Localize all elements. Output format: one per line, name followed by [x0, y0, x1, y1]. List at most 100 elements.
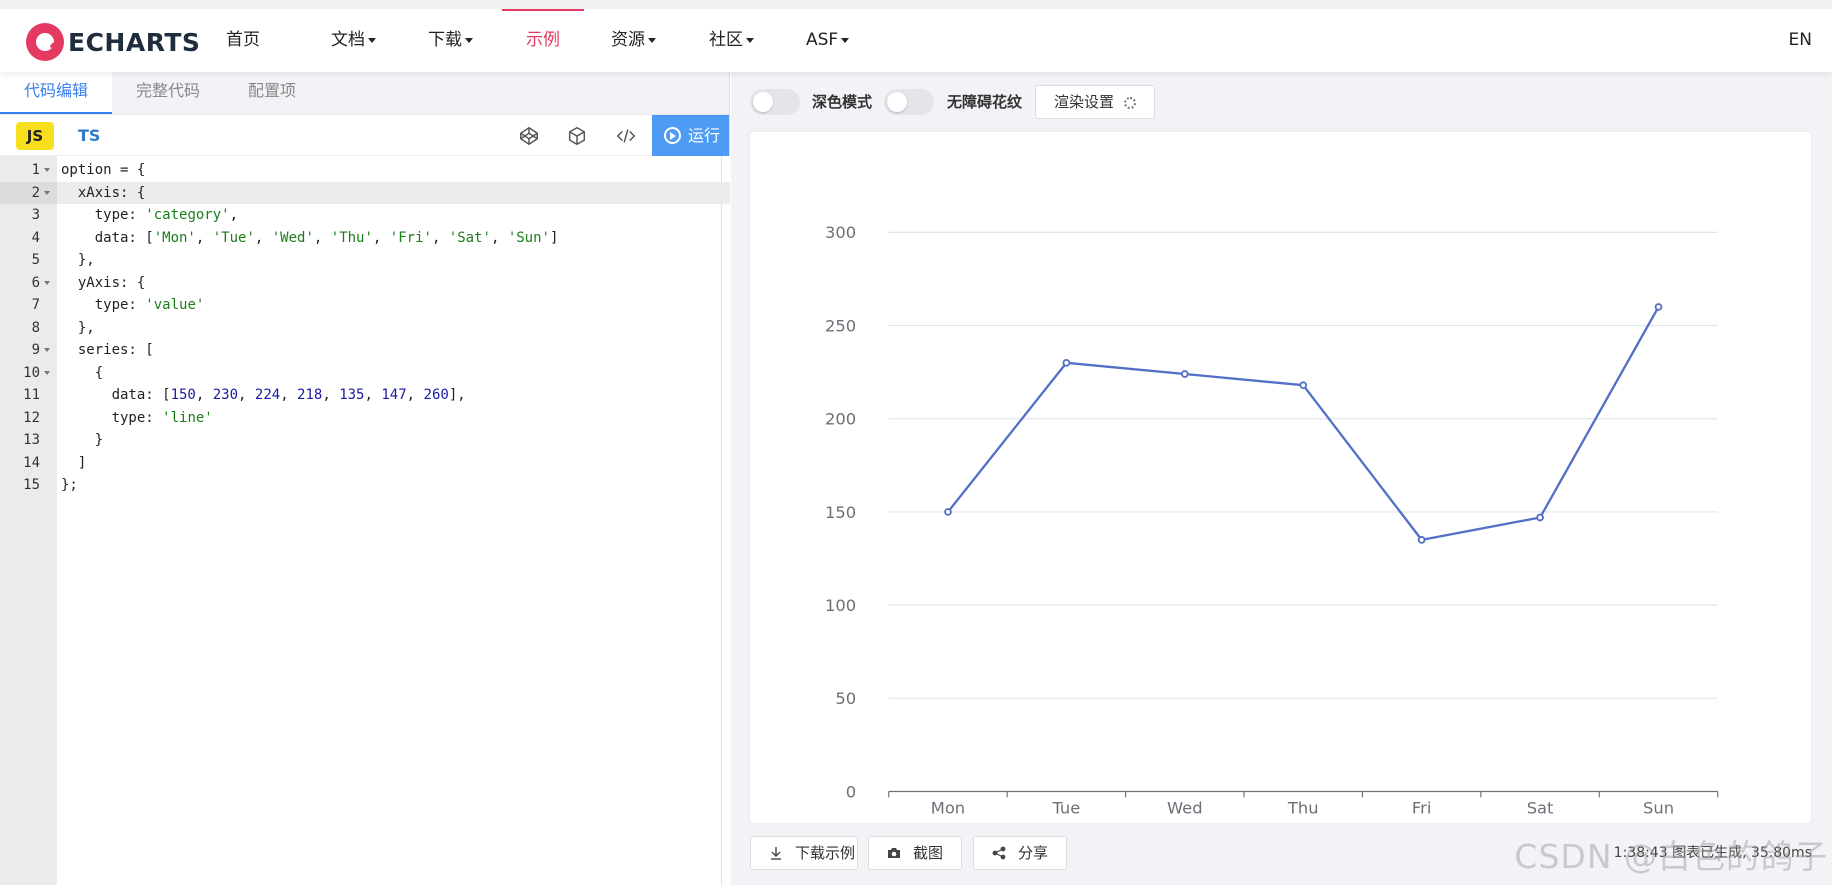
echarts-logo[interactable]: ECHARTS	[26, 21, 200, 63]
screenshot-button[interactable]: 截图	[868, 836, 962, 870]
dark-mode-toggle[interactable]	[750, 89, 800, 115]
code-line: 1 option = {	[0, 159, 730, 182]
caret-down-icon	[368, 37, 376, 43]
echarts-logo-icon	[26, 23, 64, 61]
code-line: 5 },	[0, 249, 730, 272]
code-line-text: option = {	[61, 162, 146, 178]
download-example-label: 下载示例	[795, 844, 856, 862]
ts-language-toggle[interactable]: TS	[78, 122, 100, 150]
line-number: 3	[31, 207, 40, 223]
editor-toolbar: JS TS 运行	[0, 115, 729, 156]
fold-arrow-icon[interactable]	[44, 370, 50, 375]
code-line: 9 series: [	[0, 339, 730, 362]
y-tick-label: 300	[825, 223, 856, 242]
x-tick-label: Mon	[931, 799, 965, 818]
nav-item-2[interactable]: 下载	[428, 9, 473, 72]
render-settings-label: 渲染设置	[1054, 93, 1115, 111]
fold-arrow-icon[interactable]	[44, 348, 50, 352]
series-line	[947, 306, 1660, 542]
y-tick-label: 200	[825, 410, 856, 429]
line-number: 4	[31, 229, 40, 246]
play-circle-icon	[664, 127, 681, 144]
code-line-text: xAxis: {	[61, 184, 146, 201]
fold-arrow-icon[interactable]	[44, 168, 50, 172]
y-tick-label: 150	[825, 503, 856, 522]
code-line: 10 {	[0, 362, 730, 385]
main-nav: 首页 文档 下载 示例 资源 社区 ASF	[226, 9, 926, 72]
nav-item-label: 文档	[331, 30, 365, 50]
x-tick-label: Sat	[1527, 799, 1554, 818]
csdn-watermark: CSDN @白色的鸽子	[1514, 837, 1828, 876]
top-navbar: ECHARTS 首页 文档 下载 示例 资源 社区 ASF EN	[0, 0, 1832, 72]
fold-arrow-icon[interactable]	[44, 190, 50, 195]
codepen-icon[interactable]	[518, 125, 540, 147]
data-point	[1536, 513, 1544, 522]
editor-tab-0[interactable]: 代码编辑	[0, 71, 113, 114]
code-line: 15};	[0, 474, 730, 497]
line-number: 11	[23, 387, 40, 403]
run-button[interactable]: 运行	[652, 115, 729, 156]
dark-mode-label: 深色模式	[812, 93, 873, 111]
data-point	[1062, 358, 1071, 367]
line-chart[interactable]: 0 50 100 150 200 250 300 Mon Tue Wed Thu Fri Sat Sun	[750, 132, 1811, 823]
share-label: 分享	[1018, 844, 1049, 862]
code-line: 2 xAxis: {	[0, 181, 730, 204]
nav-item-label: 下载	[428, 30, 462, 50]
y-tick-label: 50	[835, 689, 856, 708]
code-line: 12 type: 'line'	[0, 407, 730, 430]
code-line: 3 type: 'category',	[0, 204, 730, 227]
line-number: 9	[31, 342, 40, 358]
y-tick-label: 100	[825, 596, 856, 615]
code-line-text: yAxis: {	[61, 274, 146, 291]
line-number: 10	[23, 364, 40, 381]
data-point	[1299, 381, 1308, 390]
code-line-text: data: [150, 230, 224, 218, 135, 147, 260…	[61, 387, 466, 403]
aria-pattern-label: 无障碍花纹	[947, 93, 1023, 111]
code-editor[interactable]: 1 option = {2 xAxis: {3 type: 'category',…	[0, 156, 730, 885]
caret-down-icon	[648, 37, 656, 43]
download-example-button[interactable]: 下载示例	[750, 836, 858, 870]
nav-item-label: 社区	[709, 30, 743, 50]
editor-tab-2[interactable]: 配置项	[224, 71, 320, 114]
fold-arrow-icon[interactable]	[44, 280, 50, 285]
nav-item-label: 示例	[526, 30, 560, 50]
aria-pattern-toggle[interactable]	[884, 89, 934, 115]
code-line: 8 },	[0, 317, 730, 340]
render-settings-button[interactable]: 渲染设置	[1035, 85, 1155, 119]
code-line-text: series: [	[61, 342, 154, 358]
x-tick-label: Fri	[1412, 799, 1431, 818]
nav-item-1[interactable]: 文档	[331, 9, 376, 72]
line-number: 12	[23, 409, 40, 426]
nav-item-4[interactable]: 资源	[611, 9, 656, 72]
nav-item-6[interactable]: ASF	[806, 9, 850, 72]
js-language-toggle[interactable]: JS	[16, 122, 54, 150]
nav-item-label: 资源	[611, 30, 645, 50]
codesandbox-icon[interactable]	[566, 125, 588, 147]
y-tick-label: 0	[846, 782, 856, 801]
code-line-text: type: 'line'	[61, 409, 213, 426]
editor-tab-1[interactable]: 完整代码	[112, 71, 224, 114]
preview-panel: 深色模式 无障碍花纹 渲染设置 0 50 100 150 200 250 300 Mon Tue…	[731, 72, 1832, 885]
editor-tabs: 代码编辑 完整代码 配置项	[0, 71, 729, 115]
chart-container[interactable]: 0 50 100 150 200 250 300 Mon Tue Wed Thu Fri Sat Sun	[750, 132, 1811, 823]
language-switch[interactable]: EN	[1789, 9, 1812, 72]
download-icon	[771, 847, 781, 860]
x-tick-label: Thu	[1287, 799, 1319, 818]
share-icon	[992, 846, 1006, 860]
camera-icon	[888, 848, 900, 858]
nav-item-5[interactable]: 社区	[709, 9, 754, 72]
line-number: 14	[23, 454, 40, 471]
share-button[interactable]: 分享	[973, 836, 1067, 870]
x-tick-label: Sun	[1643, 799, 1674, 818]
nav-item-3[interactable]: 示例	[502, 9, 584, 72]
nav-item-0[interactable]: 首页	[226, 9, 260, 72]
embed-code-icon[interactable]	[615, 125, 637, 147]
line-number: 2	[31, 184, 40, 201]
x-tick-label: Tue	[1051, 799, 1080, 818]
nav-item-label: 首页	[226, 30, 260, 50]
line-number: 15	[23, 477, 40, 493]
code-line: 7 type: 'value'	[0, 294, 730, 317]
line-number: 5	[31, 252, 40, 268]
data-point	[1417, 536, 1426, 544]
nav-item-label: ASF	[806, 30, 839, 50]
